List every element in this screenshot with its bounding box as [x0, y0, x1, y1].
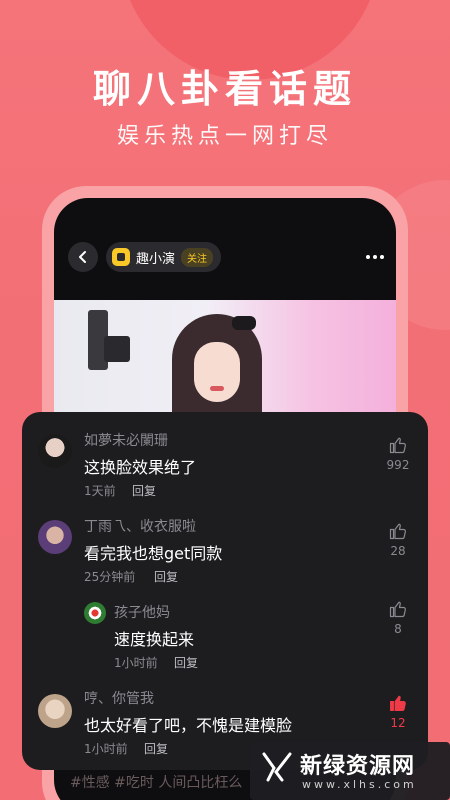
avatar[interactable] — [84, 602, 106, 624]
hero-title: 聊八卦看话题 — [92, 67, 357, 111]
watermark: 新绿资源网 www.xlhs.com — [250, 742, 450, 800]
chevron-left-icon — [79, 251, 86, 263]
comment-time: 1小时前 — [114, 656, 158, 670]
watermark-title: 新绿资源网 — [300, 754, 416, 779]
video-top-bar: 趣小演 关注 — [54, 242, 396, 274]
avatar[interactable] — [38, 520, 72, 554]
comment-username[interactable]: 如夢未必闌珊 — [84, 430, 168, 450]
comment-time: 1天前 — [84, 484, 116, 498]
thumbs-up-filled-icon — [390, 695, 406, 711]
more-options-icon[interactable] — [366, 248, 384, 266]
thumbs-up-icon — [389, 437, 406, 454]
like-count: 12 — [390, 716, 406, 730]
comment-username[interactable]: 哼、你管我 — [84, 688, 154, 708]
avatar[interactable] — [38, 434, 72, 468]
like-count: 28 — [390, 544, 406, 558]
like-button[interactable]: 28 — [383, 522, 413, 558]
watermark-url: www.xlhs.com — [302, 778, 417, 791]
follow-button[interactable]: 关注 — [181, 247, 214, 267]
comment-time: 25分钟前 — [84, 570, 136, 584]
comment-username[interactable]: 孩子他妈 — [114, 602, 170, 622]
back-button[interactable] — [68, 242, 98, 272]
reply-button[interactable]: 回复 — [174, 654, 198, 671]
comment-panel: 如夢未必闌珊 这换脸效果绝了 1天前 回复 992 丁雨乁、收衣服啦 看完我也想… — [22, 412, 428, 770]
studio-light-head — [104, 336, 130, 362]
comment-username[interactable]: 丁雨乁、收衣服啦 — [84, 516, 196, 536]
watermark-logo-icon — [262, 752, 292, 782]
like-button[interactable]: 8 — [383, 600, 413, 636]
comment-text: 看完我也想get同款 — [84, 544, 223, 563]
thumbs-up-icon — [389, 601, 406, 618]
avatar[interactable] — [38, 694, 72, 728]
reply-button[interactable]: 回复 — [154, 568, 178, 585]
like-button[interactable]: 12 — [383, 694, 413, 730]
comment-text: 这换脸效果绝了 — [84, 458, 197, 477]
reply-button[interactable]: 回复 — [132, 482, 156, 499]
channel-pill[interactable]: 趣小演 关注 — [106, 242, 222, 272]
hero-subtitle: 娱乐热点一网打尽 — [116, 124, 333, 149]
reply-button[interactable]: 回复 — [144, 740, 168, 757]
comment-text: 速度换起来 — [114, 630, 195, 649]
like-count: 8 — [394, 622, 402, 636]
like-button[interactable]: 992 — [383, 436, 413, 472]
comment-text: 也太好看了吧，不愧是建模脸 — [84, 716, 293, 735]
video-caption: #性感 #吃时 人间凸比枉么 — [70, 775, 243, 791]
like-count: 992 — [386, 458, 410, 472]
channel-logo-icon — [112, 248, 130, 266]
thumbs-up-icon — [389, 523, 406, 540]
channel-name: 趣小演 — [136, 251, 176, 267]
comment-time: 1小时前 — [84, 742, 128, 756]
